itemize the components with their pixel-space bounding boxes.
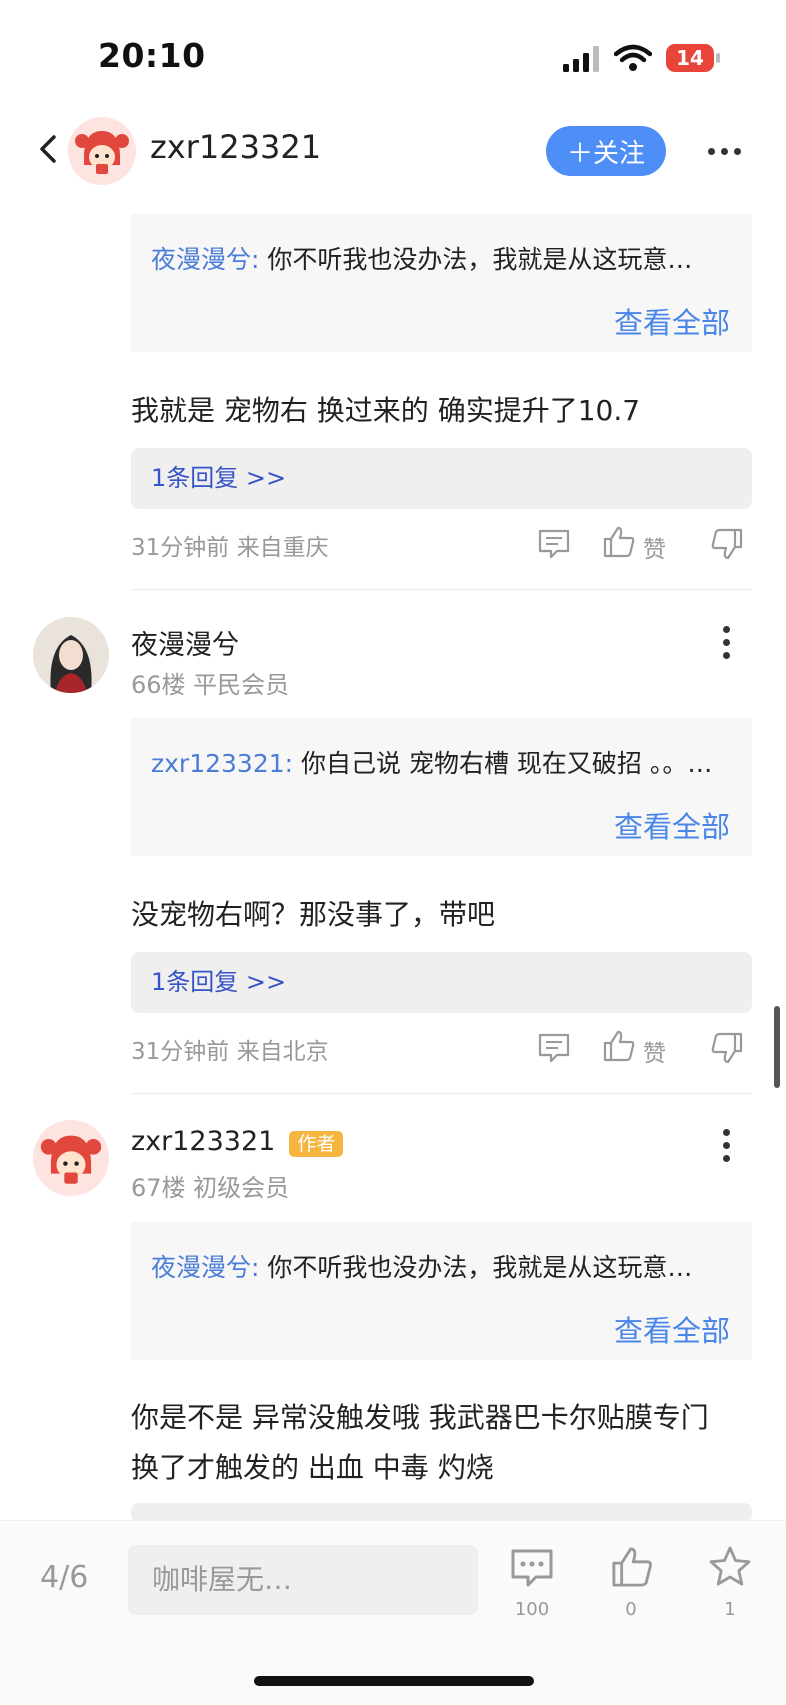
like-count: 0 <box>625 1599 637 1620</box>
star-count: 1 <box>724 1599 736 1620</box>
header-avatar[interactable] <box>68 117 136 185</box>
quote-user[interactable]: zxr123321: <box>151 749 293 778</box>
home-indicator[interactable] <box>254 1676 534 1686</box>
comment-meta: 31分钟前 来自北京 <box>131 1039 329 1065</box>
comment-text-line1: 你是不是 异常没触发哦 我武器巴卡尔贴膜专门 <box>131 1401 709 1434</box>
comment-text: 我就是 宠物右 换过来的 确实提升了10.7 <box>131 394 641 427</box>
wifi-icon <box>614 44 652 71</box>
scrollbar-thumb[interactable] <box>774 1006 780 1088</box>
star-icon[interactable] <box>708 1545 752 1589</box>
comment-divider <box>131 589 752 590</box>
comment-more-icon[interactable] <box>723 1129 730 1162</box>
quote-box[interactable]: 夜漫漫兮: 你不听我也没办法，我就是从这玩意… 查看全部 <box>131 214 752 352</box>
battery-cap <box>716 53 720 63</box>
comment-icon[interactable] <box>510 1547 554 1589</box>
back-arrow-icon[interactable] <box>36 133 60 165</box>
comment-divider <box>131 1093 752 1094</box>
like-label[interactable]: 赞 <box>643 530 666 564</box>
header-username[interactable]: zxr123321 <box>150 128 321 166</box>
thumbs-up-icon[interactable] <box>602 525 636 559</box>
page-indicator[interactable]: 4/6 <box>40 1560 88 1595</box>
comment-username[interactable]: zxr123321 作者 <box>131 1126 344 1157</box>
comment-text-line2: 换了才触发的 出血 中毒 灼烧 <box>131 1451 494 1484</box>
view-all-link[interactable]: 查看全部 <box>614 804 730 846</box>
comment-meta: 31分钟前 来自重庆 <box>131 535 329 561</box>
floor-info: 67楼 初级会员 <box>131 1174 290 1202</box>
quote-user[interactable]: 夜漫漫兮: <box>151 1253 259 1282</box>
comment-count: 100 <box>514 1599 550 1620</box>
quote-line: zxr123321: 你自己说 宠物右槽 现在又破招 。。… <box>151 744 712 780</box>
thumbs-down-icon[interactable] <box>710 1031 744 1065</box>
author-badge: 作者 <box>289 1131 344 1157</box>
replies-link[interactable]: 1条回复 >> <box>131 448 752 509</box>
signal-icon <box>563 46 599 72</box>
comment-input[interactable]: 咖啡屋无… <box>128 1545 478 1615</box>
quote-box[interactable]: zxr123321: 你自己说 宠物右槽 现在又破招 。。… 查看全部 <box>131 718 752 856</box>
quote-text: 你不听我也没办法，我就是从这玩意… <box>259 1253 693 1282</box>
view-all-link[interactable]: 查看全部 <box>614 300 730 342</box>
reply-icon[interactable] <box>537 527 571 561</box>
more-options-icon[interactable] <box>708 148 741 155</box>
follow-label: ＋关注 <box>566 138 645 169</box>
reply-icon[interactable] <box>537 1031 571 1065</box>
like-icon[interactable] <box>610 1545 654 1589</box>
status-time: 20:10 <box>98 36 206 75</box>
thumbs-up-icon[interactable] <box>602 1029 636 1063</box>
quote-text: 你自己说 宠物右槽 现在又破招 。。… <box>293 749 713 778</box>
floor-info: 66楼 平民会员 <box>131 671 290 699</box>
quote-user[interactable]: 夜漫漫兮: <box>151 245 259 274</box>
quote-text: 你不听我也没办法，我就是从这玩意… <box>259 245 693 274</box>
user-avatar[interactable] <box>33 617 109 693</box>
quote-line: 夜漫漫兮: 你不听我也没办法，我就是从这玩意… <box>151 1248 692 1284</box>
user-avatar[interactable] <box>33 1120 109 1196</box>
comment-more-icon[interactable] <box>723 626 730 659</box>
replies-link[interactable]: 1条回复 >> <box>131 952 752 1013</box>
comment-text: 没宠物右啊？那没事了，带吧 <box>131 898 496 931</box>
thumbs-down-icon[interactable] <box>710 527 744 561</box>
username-text: zxr123321 <box>131 1126 276 1157</box>
portrait-avatar-icon <box>33 617 109 693</box>
view-all-link[interactable]: 查看全部 <box>614 1308 730 1350</box>
comment-username[interactable]: 夜漫漫兮 <box>131 623 239 662</box>
cartoon-avatar-icon <box>68 117 136 185</box>
like-label[interactable]: 赞 <box>643 1034 666 1068</box>
cartoon-avatar-icon <box>33 1120 109 1196</box>
quote-line: 夜漫漫兮: 你不听我也没办法，我就是从这玩意… <box>151 240 692 276</box>
quote-box[interactable]: 夜漫漫兮: 你不听我也没办法，我就是从这玩意… 查看全部 <box>131 1222 752 1360</box>
battery-indicator: 14 <box>666 44 714 72</box>
follow-button[interactable]: ＋关注 <box>546 126 666 176</box>
